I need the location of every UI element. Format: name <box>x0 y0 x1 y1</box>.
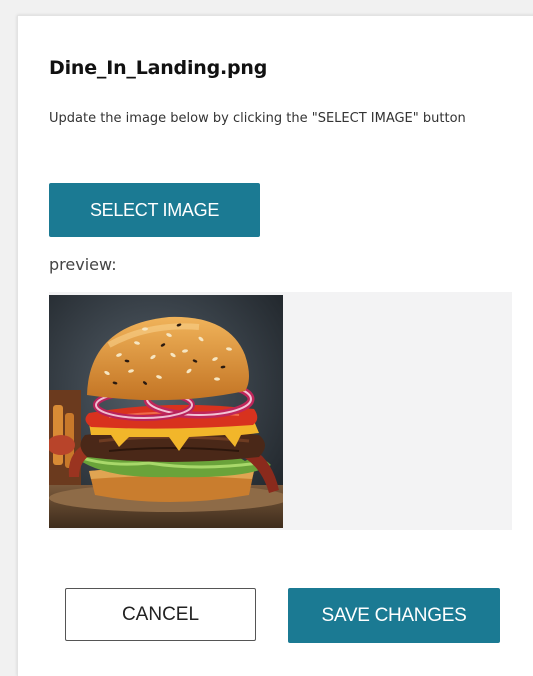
dialog-instructions: Update the image below by clicking the "… <box>49 111 466 126</box>
image-preview-area <box>49 292 512 530</box>
cancel-button[interactable]: CANCEL <box>65 588 256 641</box>
preview-label: preview: <box>49 255 117 274</box>
save-changes-button[interactable]: SAVE CHANGES <box>288 588 500 643</box>
dialog-title: Dine_In_Landing.png <box>49 57 268 79</box>
burger-photo-icon <box>49 295 283 528</box>
select-image-button[interactable]: SELECT IMAGE <box>49 183 260 237</box>
